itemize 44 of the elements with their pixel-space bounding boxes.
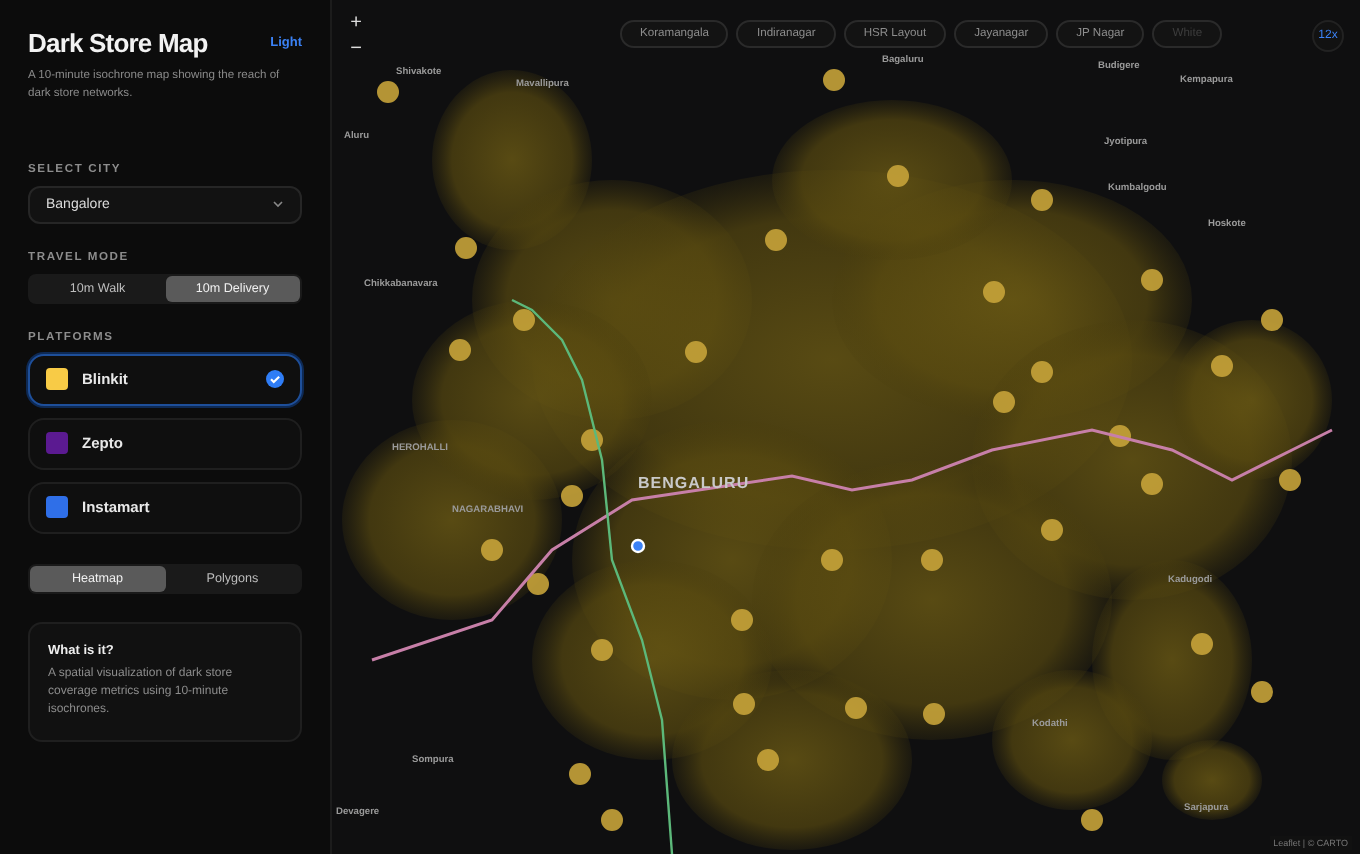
store-marker-icon[interactable]: [845, 697, 867, 719]
map-view[interactable]: [332, 0, 1360, 854]
store-marker-icon[interactable]: [601, 809, 623, 831]
store-marker-icon[interactable]: [527, 573, 549, 595]
app-title: Dark Store Map: [28, 28, 208, 58]
store-marker-icon[interactable]: [569, 763, 591, 785]
store-marker-icon[interactable]: [887, 165, 909, 187]
zoom-in-button[interactable]: +: [344, 12, 368, 36]
store-marker-icon[interactable]: [455, 237, 477, 259]
zoom-out-button[interactable]: −: [344, 38, 368, 62]
store-marker-icon[interactable]: [731, 609, 753, 631]
store-marker-icon[interactable]: [923, 703, 945, 725]
store-marker-icon[interactable]: [591, 639, 613, 661]
store-marker-icon[interactable]: [1141, 473, 1163, 495]
store-marker-icon[interactable]: [481, 539, 503, 561]
store-marker-icon[interactable]: [921, 549, 943, 571]
store-marker-icon[interactable]: [1031, 189, 1053, 211]
store-marker-icon[interactable]: [561, 485, 583, 507]
store-marker-icon[interactable]: [1141, 269, 1163, 291]
store-marker-icon[interactable]: [993, 391, 1015, 413]
chevron-down-icon: [272, 200, 284, 209]
place-label: BENGALURU: [638, 474, 750, 492]
store-marker-icon[interactable]: [1251, 681, 1273, 703]
store-marker-icon[interactable]: [733, 693, 755, 715]
store-marker-icon[interactable]: [581, 429, 603, 451]
store-marker-icon[interactable]: [757, 749, 779, 771]
store-marker-icon[interactable]: [1081, 809, 1103, 831]
store-marker-icon[interactable]: [1191, 633, 1213, 655]
store-marker-icon[interactable]: [1109, 425, 1131, 447]
checkmark-icon: [266, 370, 284, 389]
store-marker-icon[interactable]: [765, 229, 787, 251]
store-marker-icon[interactable]: [1031, 361, 1053, 383]
store-marker-icon[interactable]: [513, 309, 535, 331]
store-marker-icon[interactable]: [377, 81, 399, 103]
location-marker-icon: [630, 538, 646, 554]
store-marker-icon[interactable]: [1041, 519, 1063, 541]
store-marker-icon[interactable]: [1279, 469, 1301, 491]
store-marker-icon[interactable]: [823, 69, 845, 91]
store-marker-icon[interactable]: [685, 341, 707, 363]
store-marker-icon[interactable]: [1261, 309, 1283, 331]
store-marker-icon[interactable]: [1211, 355, 1233, 377]
store-marker-icon[interactable]: [449, 339, 471, 361]
store-marker-icon[interactable]: [821, 549, 843, 571]
store-marker-icon[interactable]: [983, 281, 1005, 303]
